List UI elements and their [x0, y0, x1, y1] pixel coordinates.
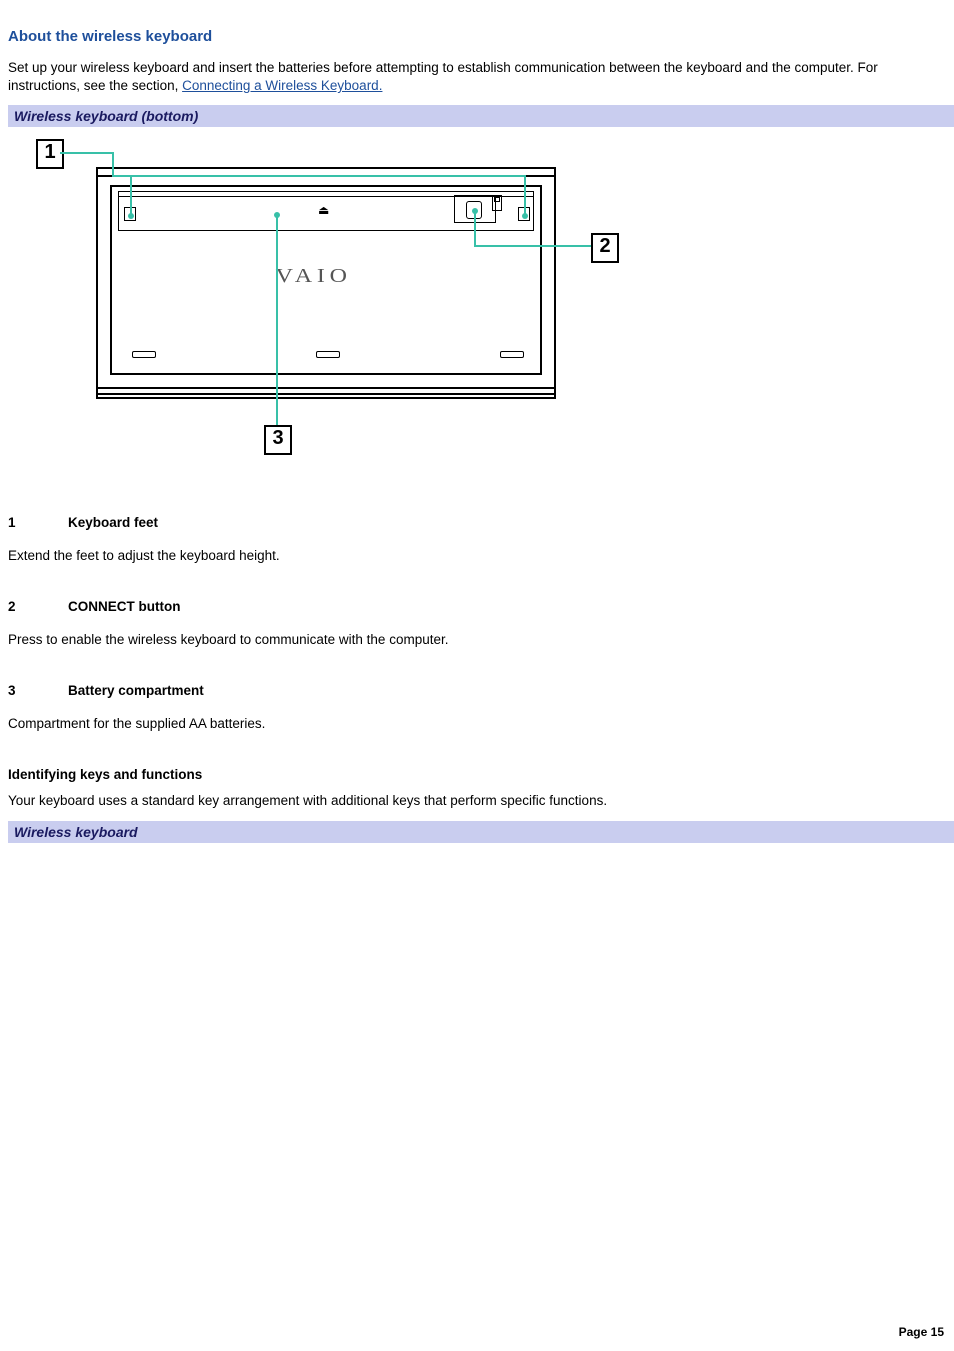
callout-label-2: 2 [591, 233, 619, 263]
eject-icon: ⏏ [318, 203, 329, 217]
callout-desc-1: Extend the feet to adjust the keyboard h… [8, 548, 946, 563]
keyboard-bottom-figure: 1 2 3 ⏏ [36, 135, 646, 455]
callout-desc-3: Compartment for the supplied AA batterie… [8, 716, 946, 731]
identifying-keys-heading: Identifying keys and functions [8, 767, 946, 782]
callout-desc-2: Press to enable the wireless keyboard to… [8, 632, 946, 647]
callout-label-1: 1 [36, 139, 64, 169]
intro-paragraph: Set up your wireless keyboard and insert… [8, 59, 946, 95]
section-bar-keyboard: Wireless keyboard [8, 821, 954, 843]
callout-label-3: 3 [264, 425, 292, 455]
vaio-logo: VAIO [276, 265, 352, 288]
intro-text: Set up your wireless keyboard and insert… [8, 60, 878, 93]
identifying-keys-desc: Your keyboard uses a standard key arrang… [8, 792, 946, 810]
connecting-keyboard-link[interactable]: Connecting a Wireless Keyboard. [182, 78, 382, 93]
section-bar-bottom-view: Wireless keyboard (bottom) [8, 105, 954, 127]
page-title: About the wireless keyboard [8, 28, 946, 45]
page-number: Page 15 [899, 1325, 944, 1339]
